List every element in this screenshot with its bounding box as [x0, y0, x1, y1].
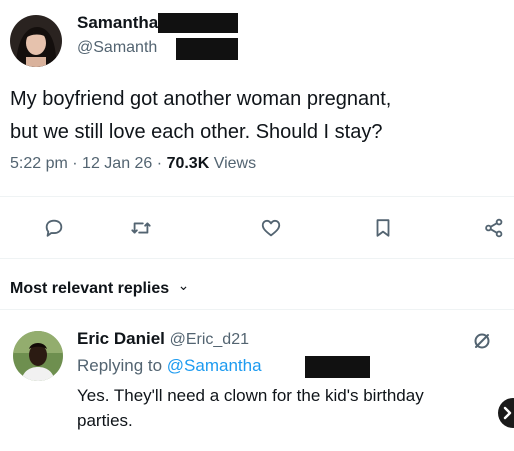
share-icon	[485, 218, 503, 238]
views-count[interactable]: 70.3K	[167, 155, 210, 172]
reply-text: Yes. They'll need a clown for the kid's …	[77, 383, 514, 433]
reply-author-avatar[interactable]	[13, 331, 63, 381]
retweet-button[interactable]	[124, 211, 158, 245]
reply-icon	[45, 219, 63, 237]
reply-text-line: parties.	[77, 411, 133, 430]
bookmark-button[interactable]	[366, 211, 400, 245]
grok-icon[interactable]	[472, 331, 492, 351]
chevron-right-icon	[503, 406, 512, 420]
tweet-text-line: but we still love each other. Should I s…	[10, 121, 383, 143]
meta-separator: ·	[72, 155, 78, 172]
bookmark-icon	[376, 219, 390, 237]
replying-to: Replying to @Samantha	[77, 356, 262, 376]
views-label: Views	[213, 155, 257, 172]
chevron-down-icon: ⌄	[177, 277, 190, 293]
overlay-nav-button[interactable]	[498, 398, 514, 428]
replying-to-redaction	[305, 356, 370, 378]
tweet-time[interactable]: 5:22 pm	[10, 155, 68, 172]
retweet-icon	[131, 222, 151, 234]
reply-button[interactable]	[37, 211, 71, 245]
author-handle[interactable]: @Samanth	[77, 39, 157, 57]
author-name-redaction	[158, 13, 238, 33]
tweet-text-line: My boyfriend got another woman pregnant,	[10, 88, 392, 110]
meta-separator: ·	[156, 155, 163, 172]
like-icon	[261, 219, 281, 237]
replying-to-label: Replying to	[77, 356, 163, 375]
tweet-meta: 5:22 pm · 12 Jan 26 · 70.3K Views	[10, 155, 256, 173]
reply-text-line: Yes. They'll need a clown for the kid's …	[77, 386, 424, 405]
reply-author-name[interactable]: Eric Daniel	[77, 329, 165, 348]
like-button[interactable]	[254, 211, 288, 245]
replies-sort-label: Most relevant replies	[10, 280, 170, 297]
divider	[0, 196, 514, 197]
reply-author: Eric Daniel @Eric_d21	[77, 329, 249, 349]
author-handle-redaction	[176, 38, 238, 60]
reply-author-handle[interactable]: @Eric_d21	[170, 331, 249, 348]
share-button[interactable]	[477, 211, 511, 245]
author-name[interactable]: Samantha	[77, 13, 158, 33]
author-avatar[interactable]	[10, 15, 62, 67]
replying-to-handle[interactable]: @Samantha	[167, 356, 262, 375]
tweet-text: My boyfriend got another woman pregnant,…	[10, 83, 391, 149]
replies-sort-dropdown[interactable]: Most relevant replies ⌄	[10, 277, 190, 298]
divider	[0, 309, 514, 310]
tweet-date[interactable]: 12 Jan 26	[82, 155, 152, 172]
divider	[0, 258, 514, 259]
